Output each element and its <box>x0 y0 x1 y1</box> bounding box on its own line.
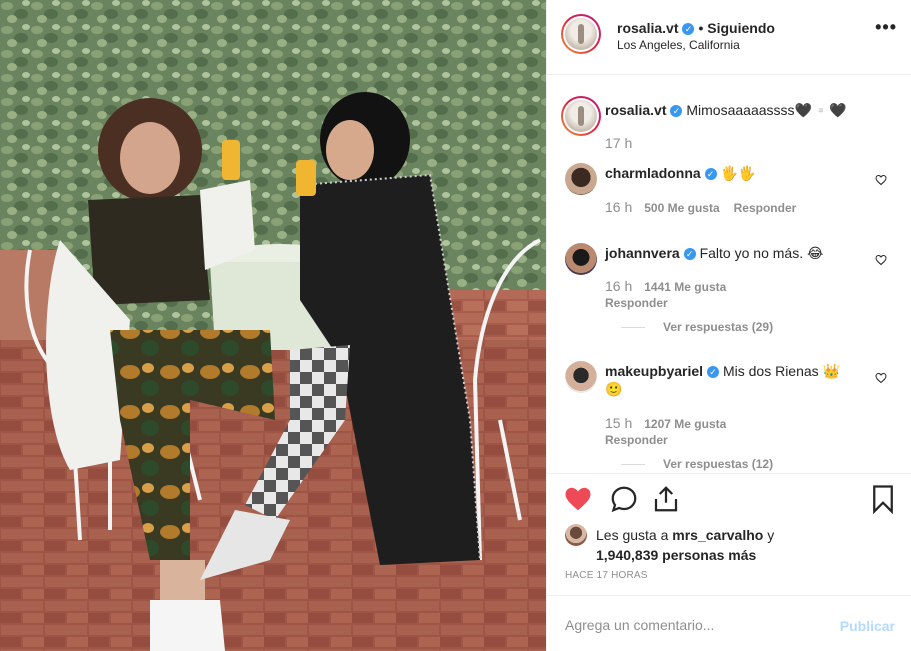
comment-body: Falto yo no más. 😂 <box>699 245 824 261</box>
comment-meta: 15 h 1207 Me gusta <box>605 415 740 431</box>
reply-button[interactable]: Responder <box>605 433 668 447</box>
comment-input[interactable] <box>565 608 825 642</box>
comment-text: charmladonna ✓ 🖐🖐 <box>605 164 755 182</box>
caption-body: Mimosaaaaassss🖤▫️🖤 <box>686 102 847 118</box>
comment-time[interactable]: 16 h <box>605 199 632 215</box>
comment-body: 🖐🖐 <box>720 165 756 181</box>
verified-icon: ✓ <box>682 23 695 36</box>
likes-text: Les gusta a mrs_carvalho y 1,940,839 per… <box>596 525 774 565</box>
caption-meta: 17 h <box>605 135 644 151</box>
follow-status[interactable]: • Siguiendo <box>698 20 774 36</box>
likes-summary: Les gusta a mrs_carvalho y 1,940,839 per… <box>565 522 895 565</box>
comment-meta: 16 h 500 Me gusta Responder <box>605 199 810 215</box>
comment-likes[interactable]: 1207 Me gusta <box>644 417 726 431</box>
view-replies-button[interactable]: Ver respuestas (12) <box>621 457 773 471</box>
verified-icon: ✓ <box>670 105 683 118</box>
divider <box>547 595 911 596</box>
comment-text: johannvera ✓ Falto yo no más. 😂 <box>605 244 823 262</box>
comment-time[interactable]: 15 h <box>605 415 632 431</box>
comment-text: makeupbyariel ✓ Mis dos Rienas 👑🙂 <box>605 362 855 398</box>
caption-username[interactable]: rosalia.vt <box>605 102 666 118</box>
action-bar <box>563 484 898 516</box>
like-comment-icon[interactable] <box>875 372 887 384</box>
comment-avatar[interactable] <box>565 163 597 195</box>
header-user-line: rosalia.vt ✓ • Siguiendo <box>617 20 775 36</box>
comment-avatar[interactable] <box>565 243 597 275</box>
comment-meta: 16 h 1441 Me gusta <box>605 278 740 294</box>
caption-text: rosalia.vt ✓ Mimosaaaaassss🖤▫️🖤 <box>605 101 847 119</box>
comment-username[interactable]: makeupbyariel <box>605 363 703 379</box>
post-header: rosalia.vt ✓ • Siguiendo Los Angeles, Cali… <box>561 14 901 54</box>
heart-icon[interactable] <box>563 484 593 514</box>
publish-button[interactable]: Publicar <box>840 618 895 634</box>
post-sidebar: rosalia.vt ✓ • Siguiendo Los Angeles, Cali… <box>546 0 911 651</box>
liker-username[interactable]: mrs_carvalho <box>672 527 763 543</box>
likes-count[interactable]: 1,940,839 personas más <box>596 547 756 563</box>
post-image <box>0 0 546 651</box>
like-comment-icon[interactable] <box>875 254 887 266</box>
comment-username[interactable]: johannvera <box>605 245 680 261</box>
likes-prefix: Les gusta a <box>596 527 673 543</box>
divider <box>547 473 911 474</box>
comment-meta: Responder <box>605 433 682 447</box>
likes-suffix: y <box>763 527 775 543</box>
reply-button[interactable]: Responder <box>734 201 797 215</box>
more-dots-icon[interactable]: ••• <box>875 18 897 36</box>
liker-avatar[interactable] <box>565 524 587 546</box>
verified-icon: ✓ <box>683 248 696 261</box>
comment-likes[interactable]: 1441 Me gusta <box>644 280 726 294</box>
post-photo[interactable] <box>0 0 546 651</box>
verified-icon: ✓ <box>704 168 717 181</box>
post-timestamp[interactable]: HACE 17 HORAS <box>565 570 648 581</box>
avatar[interactable] <box>561 14 601 54</box>
comments-list[interactable]: rosalia.vt ✓ Mimosaaaaassss🖤▫️🖤 17 h char… <box>547 75 911 473</box>
bookmark-icon[interactable] <box>868 484 898 514</box>
caption-time[interactable]: 17 h <box>605 135 632 151</box>
view-replies-button[interactable]: Ver respuestas (29) <box>621 320 773 334</box>
reply-button[interactable]: Responder <box>605 296 668 310</box>
like-comment-icon[interactable] <box>875 174 887 186</box>
caption-avatar[interactable] <box>561 96 601 136</box>
comment-meta: Responder <box>605 296 682 310</box>
share-icon[interactable] <box>651 484 681 514</box>
location-link[interactable]: Los Angeles, California <box>617 38 740 52</box>
comment-avatar[interactable] <box>565 361 597 393</box>
comment-icon[interactable] <box>609 484 639 514</box>
comment-likes[interactable]: 500 Me gusta <box>644 201 719 215</box>
comment-time[interactable]: 16 h <box>605 278 632 294</box>
header-username[interactable]: rosalia.vt <box>617 20 678 36</box>
verified-icon: ✓ <box>707 366 720 379</box>
comment-username[interactable]: charmladonna <box>605 165 701 181</box>
